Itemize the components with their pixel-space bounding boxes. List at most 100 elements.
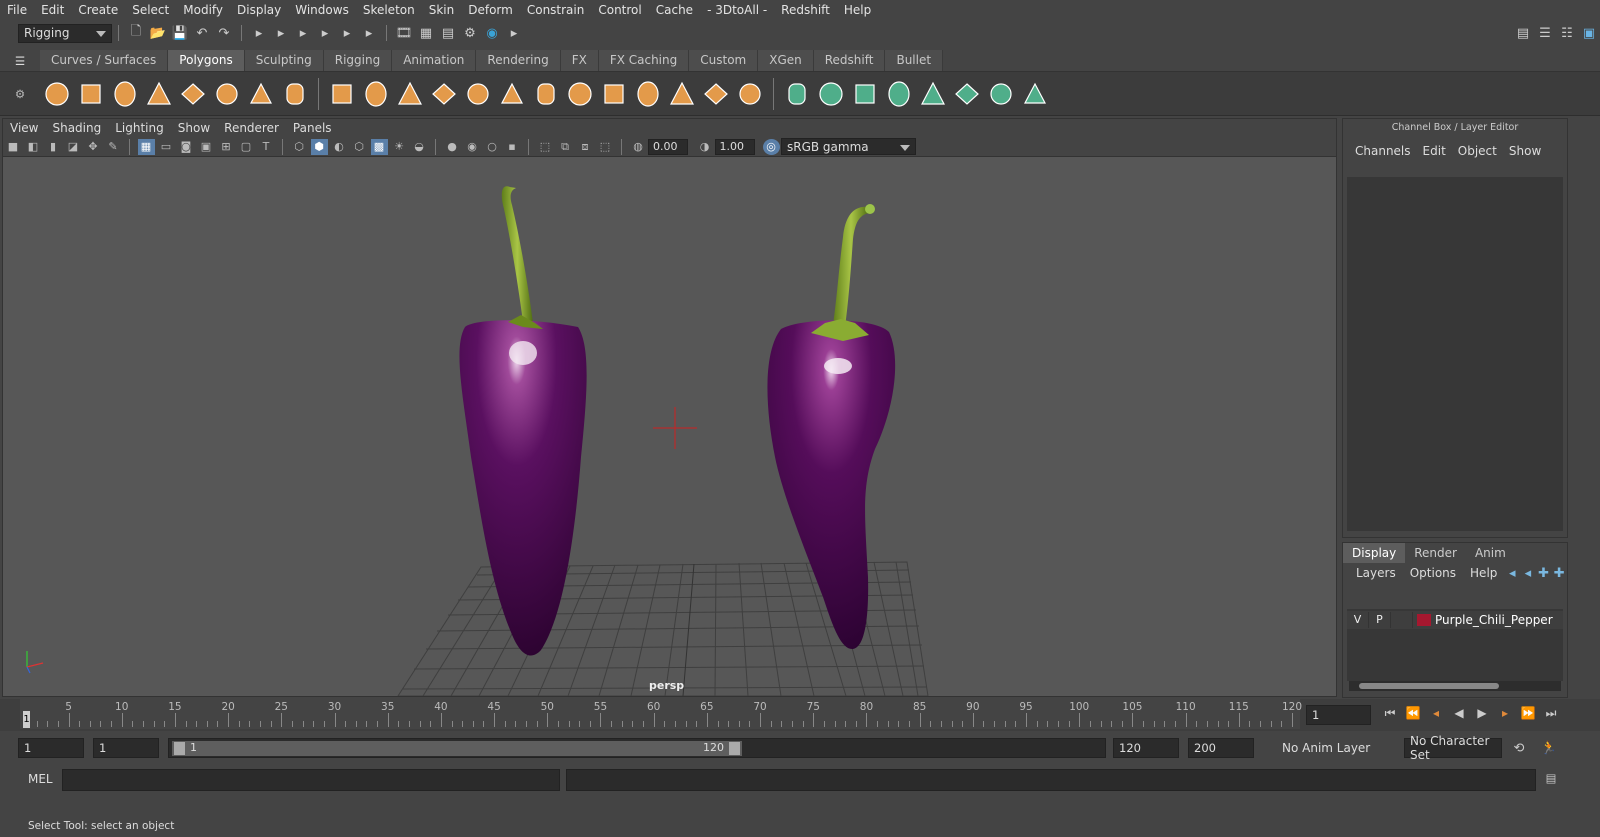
menu-deform[interactable]: Deform [461,0,520,20]
boolean-icon[interactable] [463,78,493,110]
layer-color-swatch[interactable] [1417,614,1431,626]
layer-scrollbar[interactable] [1349,681,1561,691]
transfer-attr-icon[interactable] [1020,78,1050,110]
go-to-start-icon[interactable]: ⏮ [1381,706,1399,722]
save-scene-icon[interactable]: 💾 [171,24,189,42]
poly-cylinder-icon[interactable] [110,78,140,110]
anim-end-field[interactable]: 200 [1188,738,1254,758]
xray-icon[interactable]: ● [444,139,461,155]
menu-redshift[interactable]: Redshift [774,0,837,20]
extrude-icon[interactable] [565,78,595,110]
shelf-menu-icon[interactable]: ☰ [0,50,40,71]
menu-3dtoall[interactable]: - 3DtoAll - [700,0,774,20]
layer-tab-render[interactable]: Render [1405,543,1466,563]
menu-edit[interactable]: Edit [34,0,71,20]
shelf-tab-sculpting[interactable]: Sculpting [244,50,324,71]
exposure-field[interactable]: 0.00 [648,138,688,155]
bevel-icon[interactable] [599,78,629,110]
step-forward-icon[interactable]: ⏩ [1519,706,1537,722]
multi-cut-icon[interactable] [531,78,561,110]
range-slider-track[interactable]: 1 120 [168,738,1106,758]
safe-action-icon[interactable]: ▢ [238,139,255,155]
playback-start-field[interactable]: 1 [93,738,159,758]
wireframe-icon[interactable]: ⬡ [291,139,308,155]
shelf-tab-fx[interactable]: FX [560,50,599,71]
current-frame-field[interactable]: 1 [1306,705,1371,725]
image-plane-icon[interactable]: ◪ [65,139,82,155]
sew-uv-icon[interactable] [952,78,982,110]
prev-key-icon[interactable]: ◂ [1427,706,1445,722]
ambient-occlusion-icon[interactable]: ○ [484,139,501,155]
frame-all-icon[interactable]: ⧈ [577,139,594,155]
channel-box-body[interactable] [1347,177,1563,531]
smooth-shade-icon[interactable]: ⬢ [310,138,328,155]
viewport-menu-shading[interactable]: Shading [45,121,108,135]
snap-grid-icon[interactable]: ▸ [316,24,334,42]
poly-cone-icon[interactable] [144,78,174,110]
two-d-pan-icon[interactable]: ✥ [85,139,102,155]
shelf-tab-custom[interactable]: Custom [689,50,759,71]
anim-start-field[interactable]: 1 [18,738,84,758]
viewport-menu-renderer[interactable]: Renderer [217,121,286,135]
poly-pipe-icon[interactable] [280,78,310,110]
film-gate-icon[interactable]: ▭ [158,139,175,155]
range-slider-bar[interactable]: 1 120 [172,741,742,756]
workspace-icon[interactable]: ▤ [1514,24,1532,42]
bookmark-icon[interactable]: ▮ [45,139,62,155]
layer-menu-help[interactable]: Help [1463,566,1504,580]
new-layer-selected-icon[interactable]: ✚ [1553,564,1565,582]
render-frame-icon[interactable]: ▦ [417,24,435,42]
camera-icon[interactable]: ■ [5,139,22,155]
poly-cube-icon[interactable] [76,78,106,110]
merge-icon[interactable] [701,78,731,110]
append-icon[interactable] [667,78,697,110]
poly-torus-icon[interactable] [212,78,242,110]
grease-pencil-icon[interactable]: ✎ [105,139,122,155]
channel-menu-channels[interactable]: Channels [1349,144,1417,158]
viewport-menu-panels[interactable]: Panels [286,121,339,135]
range-end-handle[interactable] [729,742,740,755]
next-key-icon[interactable]: ▸ [1496,706,1514,722]
animation-prefs-icon[interactable]: 🏃 [1540,739,1558,757]
hypershade-icon[interactable]: ◉ [483,24,501,42]
combine-icon[interactable] [327,78,357,110]
range-start-handle[interactable] [174,742,185,755]
default-material-icon[interactable]: ◐ [331,139,348,155]
current-time-marker[interactable]: 1 [23,711,30,728]
menuset-dropdown[interactable]: Rigging [18,23,112,43]
menu-file[interactable]: File [0,0,34,20]
viewport-menu-show[interactable]: Show [171,121,217,135]
shelf-tab-animation[interactable]: Animation [392,50,477,71]
shelf-tab-bullet[interactable]: Bullet [885,50,944,71]
menu-create[interactable]: Create [71,0,125,20]
viewport-menu-lighting[interactable]: Lighting [108,121,171,135]
shelf-tab-xgen[interactable]: XGen [758,50,814,71]
character-set-dropdown[interactable]: No Character Set [1404,734,1502,762]
toggle-icon[interactable]: ▸ [505,24,523,42]
new-scene-icon[interactable]: 🗋 [127,24,145,42]
gate-mask-icon[interactable]: ▣ [198,139,215,155]
attribute-editor-icon[interactable]: ☰ [1536,24,1554,42]
gamma-field[interactable]: 1.00 [714,138,755,155]
fill-hole-icon[interactable] [735,78,765,110]
antialias-icon[interactable]: ▪ [504,139,521,155]
colorspace-dropdown[interactable]: sRGB gamma [781,138,916,155]
step-back-icon[interactable]: ⏪ [1404,706,1422,722]
tool-settings-icon[interactable]: ☷ [1558,24,1576,42]
camera-attr-icon[interactable]: ◧ [25,139,42,155]
snap-curve-icon[interactable]: ▸ [338,24,356,42]
resolution-gate-icon[interactable]: ◙ [178,139,195,155]
mirror-icon[interactable] [497,78,527,110]
menu-constrain[interactable]: Constrain [520,0,592,20]
scene-view[interactable]: persp [3,157,1336,696]
script-language-label[interactable]: MEL [28,772,53,786]
cylindrical-map-icon[interactable] [884,78,914,110]
isolate-select-icon[interactable]: ⬚ [537,139,554,155]
layer-row[interactable]: V P Purple_Chili_Pepper [1347,611,1563,629]
auto-map-icon[interactable] [850,78,880,110]
timeline-track[interactable]: 5 10 15 20 25 30 35 40 45 50 55 60 65 70 75 80 85 90 95 100… [20,699,1302,729]
lights-icon[interactable]: ☀ [391,139,408,155]
shelf-tab-fx-caching[interactable]: FX Caching [598,50,690,71]
shelf-settings-icon[interactable]: ⚙ [0,74,40,114]
poly-plane-icon[interactable] [178,78,208,110]
